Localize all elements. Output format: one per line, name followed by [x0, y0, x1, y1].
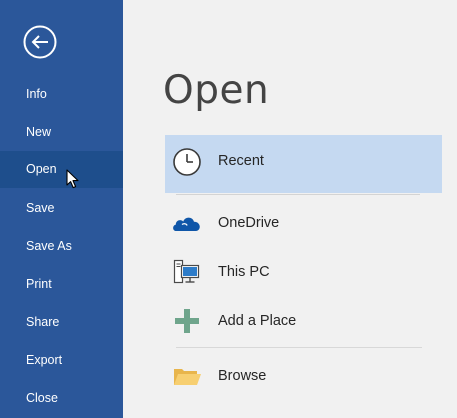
backstage-nav: Info New Open Save Save As Print Share E…	[0, 0, 123, 418]
nav-item-label: Save	[26, 201, 55, 215]
nav-item-print[interactable]: Print	[0, 266, 123, 302]
place-onedrive[interactable]: OneDrive	[165, 200, 442, 246]
place-recent[interactable]: Recent	[165, 135, 442, 193]
folder-icon	[174, 369, 201, 385]
divider	[176, 347, 422, 348]
computer-icon	[173, 259, 200, 284]
page-title: Open	[163, 68, 270, 113]
nav-item-save[interactable]: Save	[0, 190, 123, 226]
place-label: This PC	[218, 264, 270, 280]
nav-item-label: Share	[26, 315, 60, 329]
nav-item-label: Print	[26, 277, 52, 291]
backstage-window: Info New Open Save Save As Print Share E…	[0, 0, 457, 418]
nav-item-label: Export	[26, 353, 63, 367]
place-browse[interactable]: Browse	[165, 353, 442, 399]
back-button[interactable]	[23, 25, 57, 59]
place-label: Browse	[218, 368, 267, 384]
nav-item-label: Open	[26, 162, 57, 176]
clock-icon	[173, 148, 201, 176]
place-label: OneDrive	[218, 215, 280, 231]
place-add-a-place[interactable]: Add a Place	[165, 298, 442, 344]
nav-item-label: Close	[26, 391, 58, 405]
plus-icon	[175, 309, 199, 333]
nav-item-new[interactable]: New	[0, 114, 123, 150]
nav-item-close[interactable]: Close	[0, 380, 123, 416]
nav-item-save-as[interactable]: Save As	[0, 228, 123, 264]
nav-item-label: Save As	[26, 239, 72, 253]
place-label: Add a Place	[218, 313, 297, 329]
place-this-pc[interactable]: This PC	[165, 249, 442, 295]
nav-item-label: New	[26, 125, 52, 139]
back-arrow-circle-icon	[23, 25, 57, 59]
nav-item-export[interactable]: Export	[0, 342, 123, 378]
cloud-icon	[173, 217, 200, 231]
nav-item-label: Info	[26, 87, 47, 101]
place-label: Recent	[218, 153, 264, 169]
nav-item-share[interactable]: Share	[0, 304, 123, 340]
mouse-cursor-icon	[66, 169, 79, 189]
divider	[176, 194, 420, 195]
nav-item-info[interactable]: Info	[0, 76, 123, 112]
nav-item-open[interactable]: Open	[0, 151, 123, 188]
